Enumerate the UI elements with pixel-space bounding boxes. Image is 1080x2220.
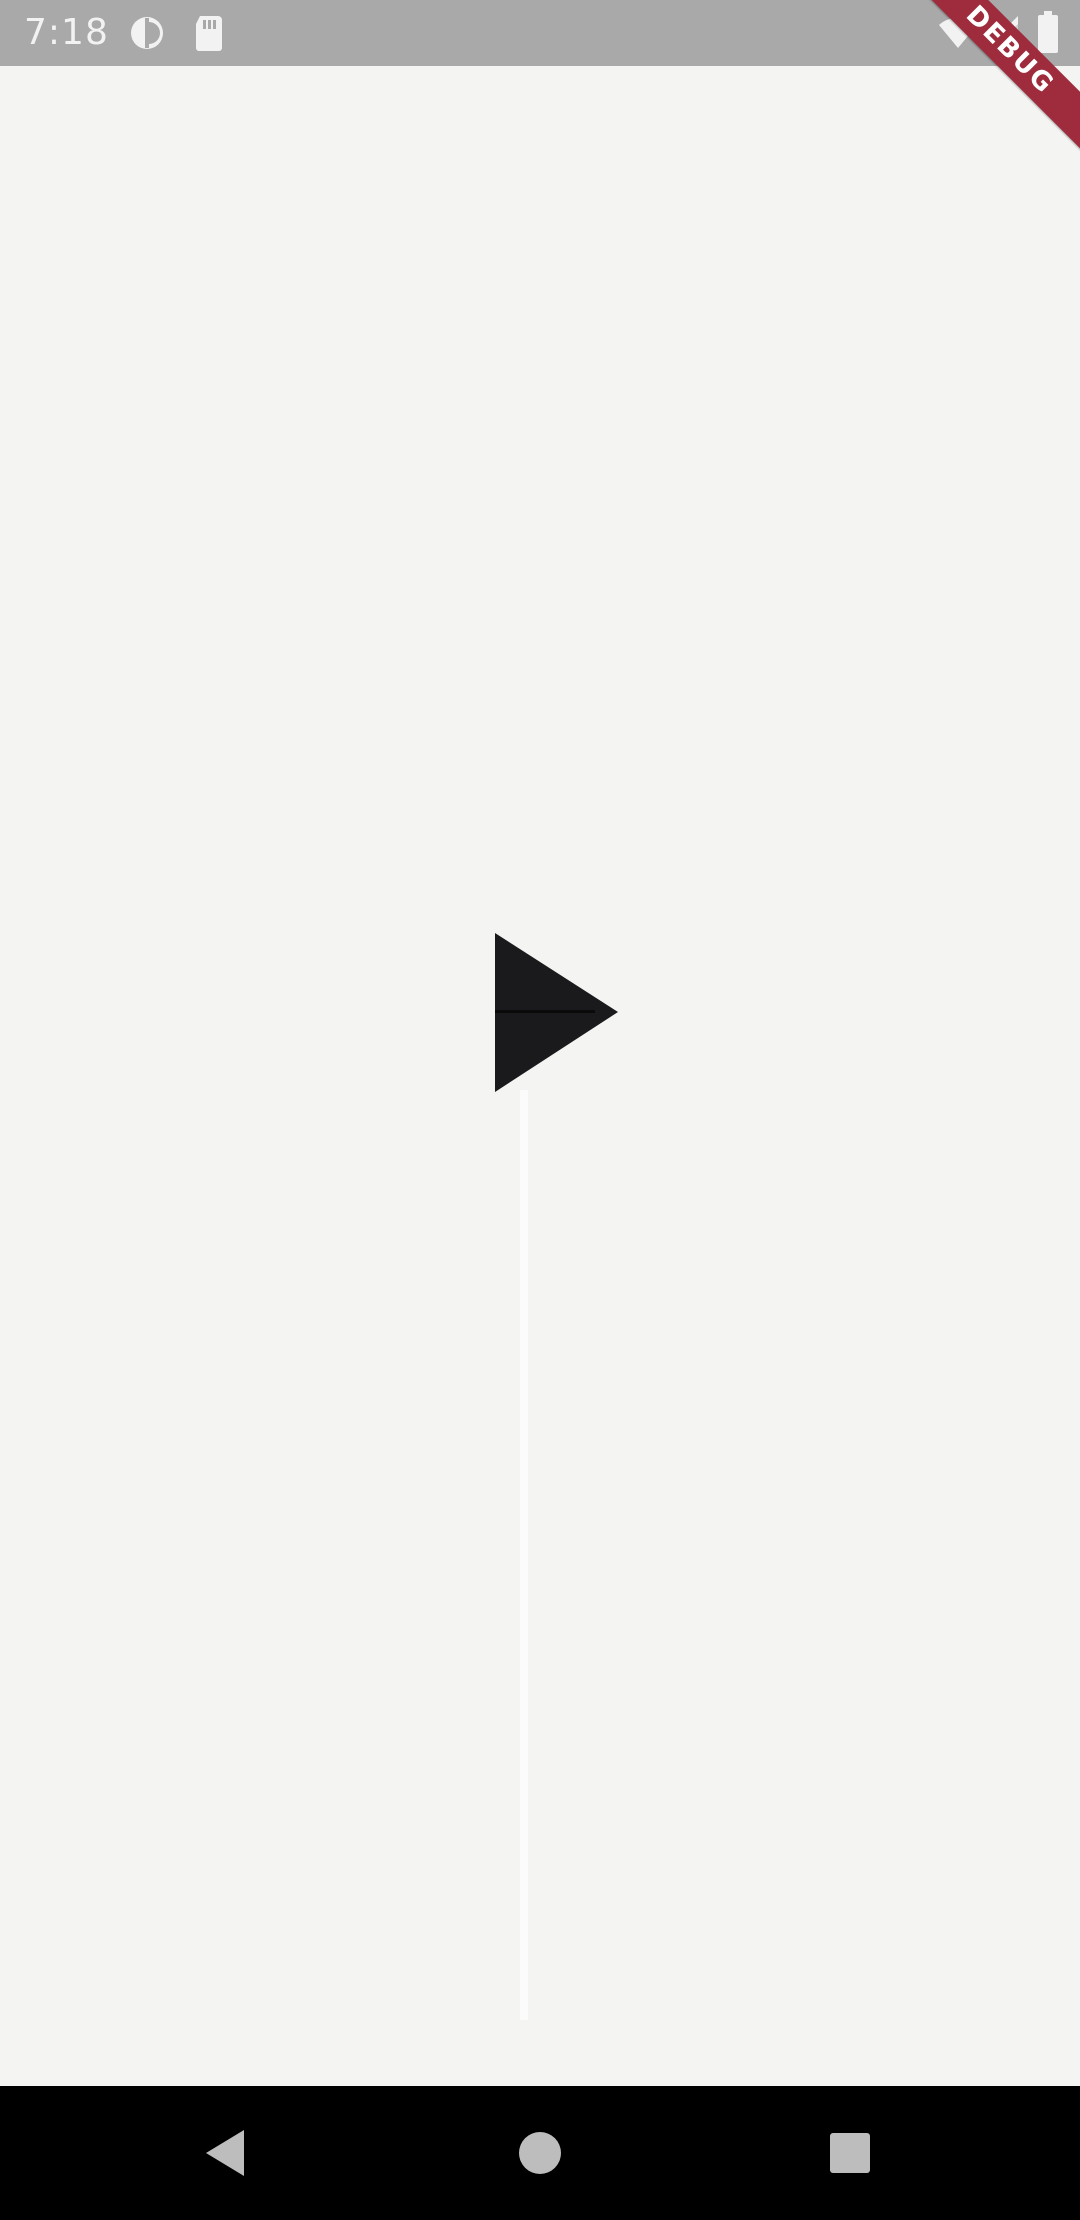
back-icon[interactable] xyxy=(196,2122,258,2184)
recents-icon[interactable] xyxy=(819,2122,881,2184)
status-bar: 7:18 xyxy=(0,0,1080,66)
vertical-line xyxy=(520,1090,528,2020)
home-icon[interactable] xyxy=(509,2122,571,2184)
navigation-bar xyxy=(0,2086,1080,2220)
app-screen: 7:18 DEBUG xyxy=(0,0,1080,2220)
play-icon xyxy=(495,933,618,1092)
status-time: 7:18 xyxy=(24,12,109,53)
sync-icon xyxy=(128,14,166,57)
play-button[interactable] xyxy=(490,930,620,1095)
sim-card-icon xyxy=(192,14,226,57)
